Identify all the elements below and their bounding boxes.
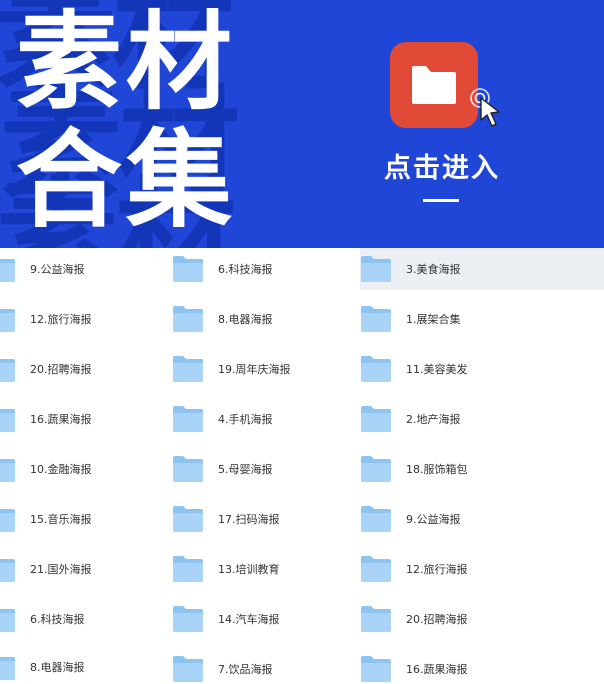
folder-icon: [172, 555, 204, 583]
banner-title-line-1: 素材: [16, 1, 236, 124]
folder-label: 21.国外海报: [30, 563, 92, 576]
folder-item[interactable]: 9.公益海报: [0, 248, 85, 290]
folder-label: 19.周年庆海报: [218, 363, 291, 376]
folder-label: 5.母婴海报: [218, 463, 273, 476]
folder-label: 6.科技海报: [30, 613, 85, 626]
folder-item[interactable]: 14.汽车海报: [172, 598, 280, 640]
folder-item[interactable]: 9.公益海报: [360, 498, 461, 540]
folder-icon: [0, 305, 16, 333]
folder-icon: [0, 653, 16, 681]
folder-icon: [172, 355, 204, 383]
folder-label: 10.金融海报: [30, 463, 92, 476]
folder-icon: [0, 605, 16, 633]
folder-label: 6.科技海报: [218, 263, 273, 276]
folder-label: 20.招聘海报: [30, 363, 92, 376]
folder-label: 17.扫码海报: [218, 513, 280, 526]
folder-label: 2.地产海报: [406, 413, 461, 426]
enter-button[interactable]: 点击进入: [366, 146, 518, 185]
folder-item[interactable]: 18.服饰箱包: [360, 448, 468, 490]
folder-item[interactable]: 11.美容美发: [360, 348, 468, 390]
folder-label: 18.服饰箱包: [406, 463, 468, 476]
folder-icon: [172, 655, 204, 683]
folder-item[interactable]: 13.培训教育: [172, 548, 280, 590]
folder-item[interactable]: 6.科技海报: [0, 598, 85, 640]
folder-item[interactable]: 4.手机海报: [172, 398, 273, 440]
folder-icon: [0, 505, 16, 533]
folder-icon: [172, 305, 204, 333]
folder-icon: [0, 455, 16, 483]
folder-label: 14.汽车海报: [218, 613, 280, 626]
folder-icon: [360, 505, 392, 533]
folder-icon: [0, 355, 16, 383]
folder-label: 12.旅行海报: [30, 313, 92, 326]
folder-item[interactable]: 20.招聘海报: [0, 348, 92, 390]
folder-label: 9.公益海报: [30, 263, 85, 276]
folder-item[interactable]: 15.音乐海报: [0, 498, 92, 540]
folder-icon: [360, 655, 392, 683]
folder-item[interactable]: 20.招聘海报: [360, 598, 468, 640]
folder-label: 3.美食海报: [406, 263, 461, 276]
folder-item[interactable]: 8.电器海报: [172, 298, 273, 340]
folder-item[interactable]: 8.电器海报: [0, 646, 85, 684]
folder-item[interactable]: 12.旅行海报: [360, 548, 468, 590]
folder-icon: [0, 405, 16, 433]
folder-icon: [360, 455, 392, 483]
folder-icon: [0, 555, 16, 583]
file-grid: 9.公益海报 12.旅行海报 20.招聘海报 16.蔬果海报 10.金融海报 15.音乐海…: [0, 248, 604, 684]
folder-label: 16.蔬果海报: [406, 663, 468, 676]
folder-label: 12.旅行海报: [406, 563, 468, 576]
folder-icon: [360, 405, 392, 433]
folder-label: 15.音乐海报: [30, 513, 92, 526]
folder-label: 13.培训教育: [218, 563, 280, 576]
folder-label: 16.蔬果海报: [30, 413, 92, 426]
folder-item[interactable]: 6.科技海报: [172, 248, 273, 290]
folder-item[interactable]: 2.地产海报: [360, 398, 461, 440]
cta-underline: [423, 199, 459, 202]
folder-label: 20.招聘海报: [406, 613, 468, 626]
folder-icon: [360, 255, 392, 283]
folder-item[interactable]: 19.周年庆海报: [172, 348, 291, 390]
folder-icon: [172, 505, 204, 533]
cursor-click-icon: [470, 88, 500, 127]
folder-icon: [412, 66, 456, 104]
folder-label: 4.手机海报: [218, 413, 273, 426]
folder-icon: [172, 605, 204, 633]
folder-item[interactable]: 1.展架合集: [360, 298, 461, 340]
folder-icon: [172, 255, 204, 283]
folder-icon: [172, 405, 204, 433]
folder-icon: [0, 255, 16, 283]
folder-label: 8.电器海报: [218, 313, 273, 326]
folder-label: 8.电器海报: [30, 661, 85, 674]
folder-item[interactable]: 3.美食海报: [360, 248, 461, 290]
folder-icon: [360, 305, 392, 333]
folder-label: 1.展架合集: [406, 313, 461, 326]
folder-item[interactable]: 21.国外海报: [0, 548, 92, 590]
folder-item[interactable]: 5.母婴海报: [172, 448, 273, 490]
folder-app-tile[interactable]: [390, 42, 478, 128]
folder-item[interactable]: 17.扫码海报: [172, 498, 280, 540]
folder-icon: [172, 455, 204, 483]
folder-icon: [360, 605, 392, 633]
promo-banner: 素材 素材 素材 素材 合集 点击进入: [0, 0, 604, 248]
folder-item[interactable]: 10.金融海报: [0, 448, 92, 490]
folder-item[interactable]: 16.蔬果海报: [0, 398, 92, 440]
folder-item[interactable]: 16.蔬果海报: [360, 648, 468, 684]
folder-icon: [360, 355, 392, 383]
folder-label: 9.公益海报: [406, 513, 461, 526]
folder-icon: [360, 555, 392, 583]
folder-label: 7.饮品海报: [218, 663, 273, 676]
folder-item[interactable]: 12.旅行海报: [0, 298, 92, 340]
banner-title-line-2: 合集: [16, 119, 236, 242]
folder-item[interactable]: 7.饮品海报: [172, 648, 273, 684]
folder-label: 11.美容美发: [406, 363, 468, 376]
